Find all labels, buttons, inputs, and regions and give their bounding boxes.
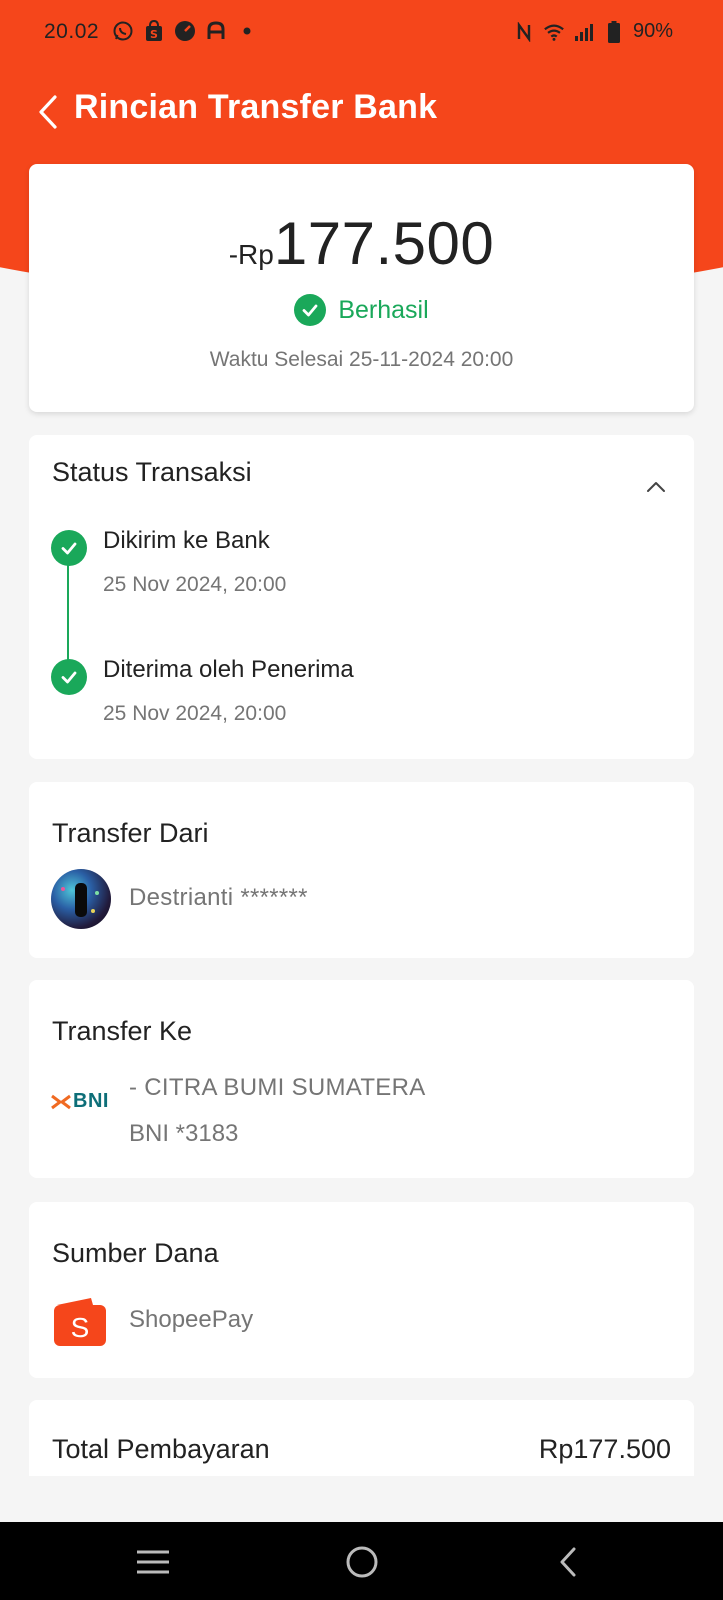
app-header: Rincian Transfer Bank	[0, 80, 723, 144]
home-circle-icon	[346, 1546, 378, 1578]
section-title-to: Transfer Ke	[52, 1016, 193, 1046]
chevron-up-icon	[647, 482, 665, 492]
transfer-to-card: Transfer Ke BNI - CITRA BUMI SUMATERA BN…	[29, 980, 694, 1178]
step-check-icon	[51, 659, 87, 695]
gauge-icon	[174, 20, 196, 42]
bni-logo: BNI	[51, 1090, 109, 1113]
status-text: Berhasil	[338, 295, 429, 324]
amount-value: 177.500	[273, 210, 495, 277]
back-button[interactable]	[30, 90, 66, 134]
battery-percent: 90%	[632, 20, 673, 42]
section-title-source: Sumber Dana	[52, 1238, 219, 1268]
system-icons: 90%	[513, 20, 673, 43]
avatar	[51, 869, 111, 929]
bni-mark-icon	[51, 1094, 71, 1109]
shopeepay-wallet-icon: S	[54, 1298, 106, 1346]
step-title: Dikirim ke Bank	[103, 527, 270, 554]
battery-icon	[603, 20, 625, 43]
signal-icon	[573, 21, 595, 43]
dot-icon	[236, 20, 258, 42]
recipient-name: - CITRA BUMI SUMATERA	[129, 1074, 426, 1101]
status-bar: 20.02 S 90%	[0, 0, 723, 64]
step-check-icon	[51, 530, 87, 566]
amount-display: -Rp177.500	[29, 209, 694, 278]
step-time: 25 Nov 2024, 20:00	[103, 573, 287, 596]
menu-lines-icon	[137, 1550, 169, 1574]
amount-prefix: -Rp	[228, 239, 274, 270]
chevron-left-icon	[560, 1547, 576, 1577]
nfc-icon	[513, 21, 535, 43]
system-navigation-bar	[0, 1522, 723, 1600]
section-title-status: Status Transaksi	[52, 457, 252, 487]
total-value: Rp177.500	[538, 1434, 671, 1464]
transaction-status-card: Status Transaksi Dikirim ke Bank 25 Nov …	[29, 435, 694, 759]
status-time: 20.02	[44, 20, 100, 43]
shopee-bag-icon: S	[143, 20, 165, 42]
app-a-icon	[205, 20, 227, 42]
whatsapp-icon	[112, 20, 134, 42]
step-title: Diterima oleh Penerima	[103, 656, 354, 683]
source-of-funds-card: Sumber Dana S ShopeePay	[29, 1202, 694, 1378]
chevron-left-icon	[39, 95, 57, 129]
section-title-from: Transfer Dari	[52, 818, 209, 848]
notification-icons: S	[112, 20, 258, 42]
collapse-button[interactable]	[644, 475, 668, 499]
timeline-connector	[67, 548, 69, 676]
recipient-account: BNI *3183	[129, 1120, 239, 1147]
step-time: 25 Nov 2024, 20:00	[103, 702, 287, 725]
finish-time: Waktu Selesai 25-11-2024 20:00	[209, 348, 514, 371]
svg-text:S: S	[150, 28, 158, 41]
source-name: ShopeePay	[129, 1306, 254, 1333]
wifi-icon	[543, 21, 565, 43]
check-circle-icon	[294, 294, 327, 326]
total-payment-card: Total Pembayaran Rp177.500	[29, 1400, 694, 1476]
system-back-button[interactable]	[546, 1540, 590, 1584]
sender-name: Destrianti *******	[129, 884, 308, 911]
transfer-from-card: Transfer Dari Destrianti *******	[29, 782, 694, 958]
recent-apps-button[interactable]	[131, 1540, 175, 1584]
total-label: Total Pembayaran	[52, 1434, 270, 1464]
home-button[interactable]	[340, 1540, 384, 1584]
bni-logo-text: BNI	[73, 1090, 109, 1112]
status-badge: Berhasil	[29, 294, 694, 326]
svg-text:S: S	[71, 1312, 90, 1343]
page-title: Rincian Transfer Bank	[74, 88, 438, 126]
amount-summary-card: -Rp177.500 Berhasil Waktu Selesai 25-11-…	[29, 164, 694, 412]
